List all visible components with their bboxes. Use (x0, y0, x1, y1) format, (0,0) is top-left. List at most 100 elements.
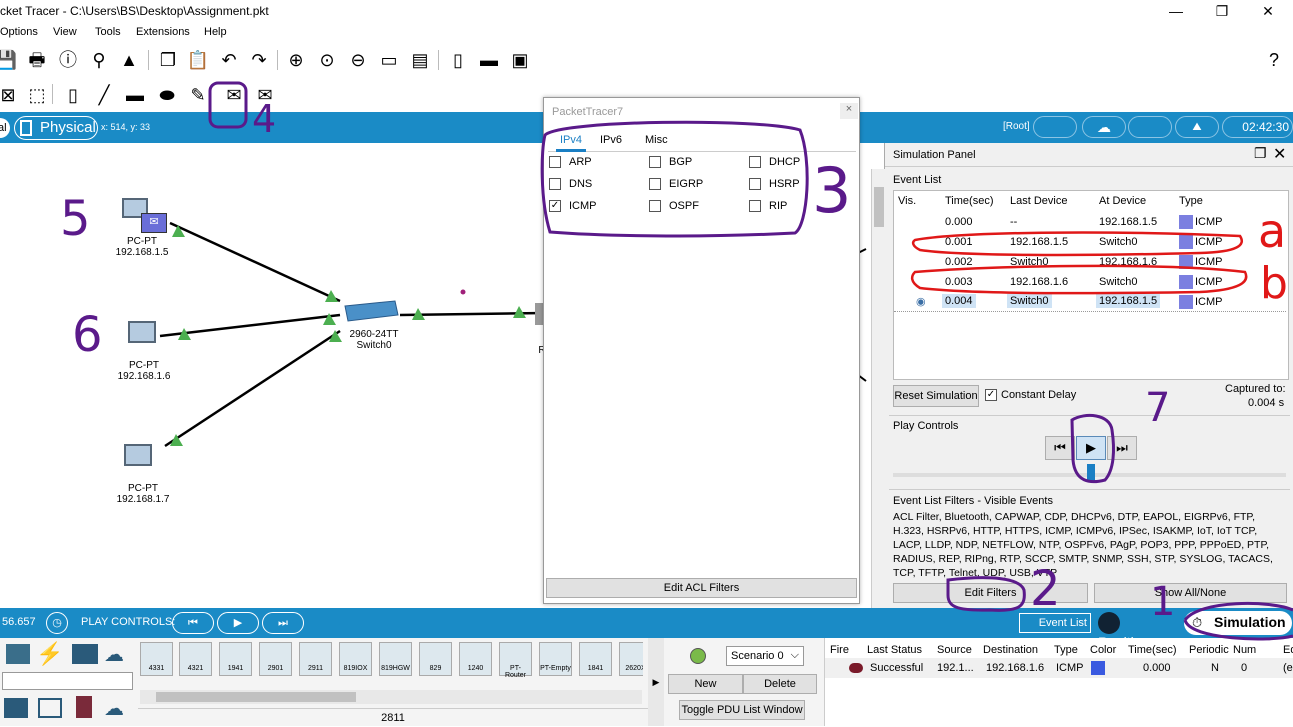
toggle-pdu-list-button[interactable]: Toggle PDU List Window (679, 700, 805, 720)
play-button[interactable]: ▶ (1076, 436, 1106, 460)
back-button[interactable]: ⏮ (172, 612, 214, 634)
filter-hsrp[interactable]: HSRP (749, 178, 800, 191)
help-icon[interactable]: ? (1262, 48, 1286, 72)
menu-help[interactable]: Help (204, 26, 227, 38)
filter-ospf[interactable]: OSPF (649, 200, 699, 213)
device-icon[interactable]: ▬ (477, 48, 501, 72)
checkbox[interactable] (549, 156, 561, 169)
edit-acl-filters-button[interactable]: Edit ACL Filters (546, 578, 857, 598)
step-back-button[interactable]: ⏮ (1045, 436, 1075, 460)
maximize-button[interactable]: ❐ (1199, 0, 1245, 24)
delete-scenario-button[interactable]: Delete (743, 674, 817, 694)
model-2911[interactable]: 2911 (299, 642, 332, 676)
undo-icon[interactable]: ↶ (217, 48, 241, 72)
folder-icon[interactable] (72, 644, 98, 664)
model-2901[interactable]: 2901 (259, 642, 292, 676)
step-forward-button[interactable]: ⏭ (1107, 436, 1137, 460)
filter-rip[interactable]: RIP (749, 200, 787, 213)
background-image-icon[interactable]: ⛰ (1175, 116, 1219, 138)
save-icon[interactable]: 💾 (0, 48, 18, 72)
resize-icon[interactable]: ⬚ (25, 83, 49, 107)
workspace-scrollbar[interactable] (871, 169, 885, 608)
info-icon[interactable]: ⓘ (56, 48, 80, 72)
cloud-icon[interactable]: ☁ (104, 696, 124, 721)
filter-dns[interactable]: DNS (549, 178, 592, 191)
model-scrollbar-thumb[interactable] (156, 692, 356, 702)
model-4331[interactable]: 4331 (140, 642, 173, 676)
tab-ipv6[interactable]: IPv6 (600, 134, 622, 146)
timer-icon[interactable]: ◷ (46, 612, 68, 634)
close-icon[interactable]: ✕ (1273, 144, 1286, 164)
scrollbar-thumb[interactable] (874, 187, 884, 227)
note-icon[interactable]: ▯ (61, 83, 85, 107)
checkbox[interactable] (649, 200, 661, 213)
constant-delay-checkbox[interactable]: ✓ (985, 389, 997, 402)
model-2620x[interactable]: 2620X (619, 642, 643, 676)
pdu-row[interactable]: Successful 192.1... 192.168.1.6 ICMP 0.0… (825, 658, 1293, 678)
event-row[interactable]: 0.000 -- 192.168.1.5 ICMP (894, 212, 1286, 232)
zoom-reset-icon[interactable]: ⊙ (315, 48, 339, 72)
zoom-out-icon[interactable]: ⊖ (346, 48, 370, 72)
freeform-icon[interactable]: ✎ (186, 83, 210, 107)
network-devices-icon[interactable] (6, 644, 30, 664)
cloud-image-icon[interactable]: ▣ (508, 48, 532, 72)
dialog-close-button[interactable]: × (840, 103, 858, 119)
menu-options[interactable]: Options (0, 26, 38, 38)
event-row[interactable]: 0.001 192.168.1.5 Switch0 ICMP (894, 232, 1286, 252)
undock-icon[interactable]: ❐ (1254, 145, 1267, 162)
server-icon[interactable] (4, 698, 28, 718)
event-row[interactable]: 0.003 192.168.1.6 Switch0 ICMP (894, 272, 1286, 292)
cloud-devices-icon[interactable]: ☁ (104, 642, 124, 667)
model-819hgw[interactable]: 819HGW (379, 642, 412, 676)
pc-icon[interactable] (124, 444, 152, 466)
model-scrollbar[interactable] (140, 690, 642, 704)
filter-arp[interactable]: ARP (549, 156, 592, 169)
tab-ipv4[interactable]: IPv4 (556, 134, 587, 152)
checkbox-checked[interactable]: ✓ (549, 200, 561, 213)
zoom-in-icon[interactable]: ⊕ (284, 48, 308, 72)
checkbox[interactable] (649, 156, 661, 169)
show-all-none-button[interactable]: Show All/None (1094, 583, 1287, 603)
wireless-icon[interactable] (38, 698, 62, 718)
checkbox[interactable] (549, 178, 561, 191)
scenario-select[interactable]: Scenario 0 ⌵ (726, 646, 804, 666)
menu-view[interactable]: View (53, 26, 77, 38)
filter-dhcp[interactable]: DHCP (749, 156, 800, 169)
move-object-button[interactable] (1128, 116, 1172, 138)
network-wizard-icon[interactable]: ⚲ (87, 48, 111, 72)
copy-icon[interactable]: ❐ (156, 48, 180, 72)
filter-icmp[interactable]: ✓ ICMP (549, 200, 597, 213)
pc-icon[interactable] (128, 321, 156, 343)
forward-button[interactable]: ⏭ (262, 612, 304, 634)
event-row[interactable]: 0.002 Switch0 192.168.1.6 ICMP (894, 252, 1286, 272)
minimize-button[interactable]: — (1153, 0, 1199, 24)
menu-tools[interactable]: Tools (95, 26, 121, 38)
rectangle-icon[interactable]: ▬ (123, 83, 147, 107)
model-819iox[interactable]: 819IOX (339, 642, 372, 676)
model-pt-router[interactable]: PT-Router (499, 642, 532, 679)
collapse-arrow[interactable]: ▶ (648, 638, 664, 726)
activity-wizard-icon[interactable]: ▲ (117, 48, 141, 72)
filter-eigrp[interactable]: EIGRP (649, 178, 703, 191)
device-search[interactable] (2, 672, 133, 690)
cloud-icon[interactable]: ☁ (1082, 116, 1126, 138)
paste-icon[interactable]: 📋 (186, 48, 210, 72)
checkbox[interactable] (749, 178, 761, 191)
logical-tab[interactable]: al (0, 118, 10, 138)
phone-icon[interactable] (76, 696, 92, 718)
tab-misc[interactable]: Misc (645, 134, 668, 146)
checkbox[interactable] (749, 200, 761, 213)
redo-icon[interactable]: ↷ (247, 48, 271, 72)
model-pt-empty[interactable]: PT-Empty (539, 642, 572, 676)
notes-icon[interactable]: ▯ (446, 48, 470, 72)
model-4321[interactable]: 4321 (179, 642, 212, 676)
line-icon[interactable]: ╱ (92, 83, 116, 107)
custom-device-icon[interactable]: ▤ (408, 48, 432, 72)
print-icon[interactable]: 🖶 (25, 48, 49, 72)
root-label[interactable]: [Root] (1003, 121, 1030, 132)
checkbox[interactable] (749, 156, 761, 169)
reset-simulation-button[interactable]: Reset Simulation (893, 385, 979, 407)
model-829[interactable]: 829 (419, 642, 452, 676)
checkbox[interactable] (649, 178, 661, 191)
menu-extensions[interactable]: Extensions (136, 26, 190, 38)
